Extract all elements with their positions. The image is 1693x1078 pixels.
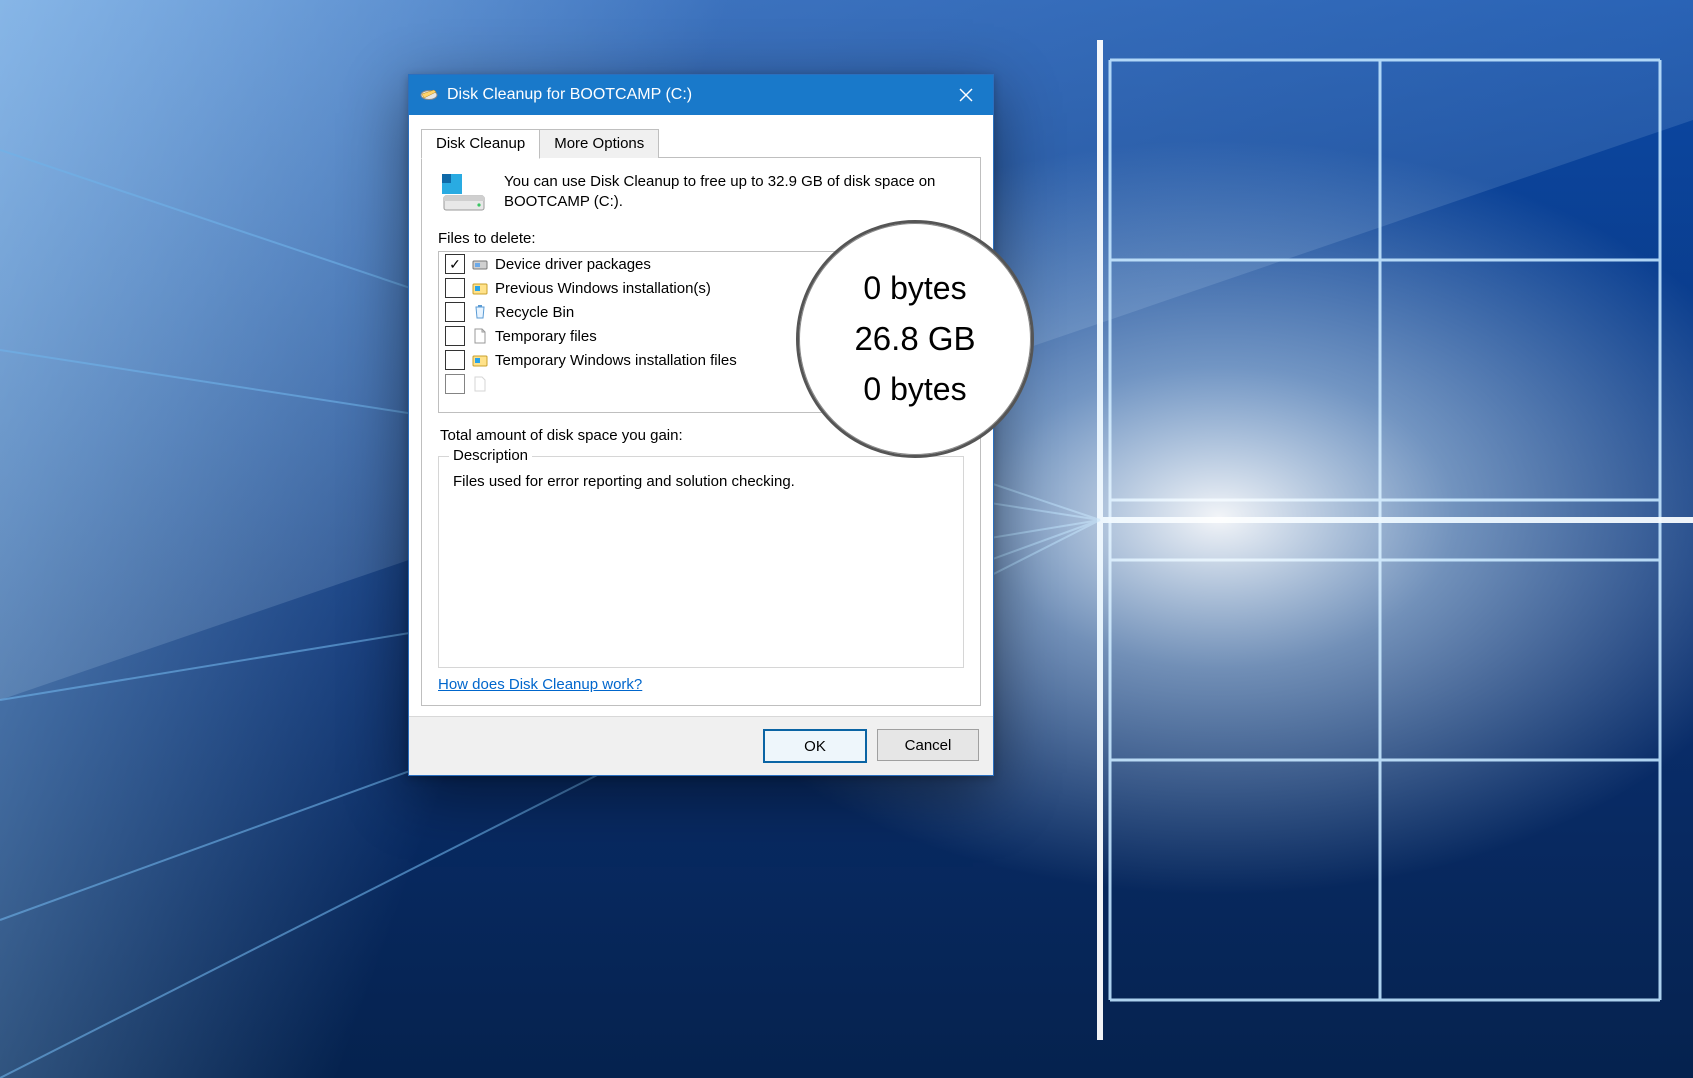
- checkbox[interactable]: [445, 374, 465, 394]
- titlebar[interactable]: Disk Cleanup for BOOTCAMP (C:): [409, 75, 993, 115]
- close-button[interactable]: [938, 75, 993, 115]
- checkbox[interactable]: [445, 302, 465, 322]
- magnifier-overlay: 0 bytes 26.8 GB 0 bytes: [796, 220, 1034, 458]
- window-title: Disk Cleanup for BOOTCAMP (C:): [447, 86, 938, 104]
- description-group: Description Files used for error reporti…: [438, 456, 964, 668]
- magnifier-value: 26.8 GB: [799, 313, 1031, 364]
- recycle-bin-icon: [471, 303, 489, 321]
- file-icon: [471, 327, 489, 345]
- checkbox[interactable]: [445, 278, 465, 298]
- summary-text: You can use Disk Cleanup to free up to 3…: [504, 172, 964, 214]
- total-label: Total amount of disk space you gain:: [440, 427, 683, 444]
- dialog-button-bar: OK Cancel: [409, 716, 993, 775]
- cancel-button[interactable]: Cancel: [877, 729, 979, 761]
- windows-folder-icon: [471, 351, 489, 369]
- list-item-label: Device driver packages: [495, 256, 651, 273]
- disk-cleanup-icon: [419, 85, 439, 105]
- windows-folder-icon: [471, 279, 489, 297]
- list-item-label: Recycle Bin: [495, 304, 574, 321]
- tab-more-options[interactable]: More Options: [539, 129, 659, 158]
- magnifier-value: 0 bytes: [799, 264, 1031, 314]
- ok-button[interactable]: OK: [763, 729, 867, 763]
- driver-icon: [471, 255, 489, 273]
- checkbox[interactable]: [445, 254, 465, 274]
- description-legend: Description: [449, 447, 532, 464]
- magnifier-value: 0 bytes: [799, 365, 1031, 415]
- drive-icon: [438, 172, 490, 214]
- tab-strip: Disk Cleanup More Options: [421, 127, 981, 158]
- help-link[interactable]: How does Disk Cleanup work?: [438, 676, 642, 693]
- list-item-label: Temporary Windows installation files: [495, 352, 737, 369]
- checkbox[interactable]: [445, 326, 465, 346]
- checkbox[interactable]: [445, 350, 465, 370]
- tab-disk-cleanup[interactable]: Disk Cleanup: [421, 129, 540, 159]
- list-item-label: Previous Windows installation(s): [495, 280, 711, 297]
- file-icon: [471, 375, 489, 393]
- list-item-label: Temporary files: [495, 328, 597, 345]
- description-text: Files used for error reporting and solut…: [453, 473, 949, 490]
